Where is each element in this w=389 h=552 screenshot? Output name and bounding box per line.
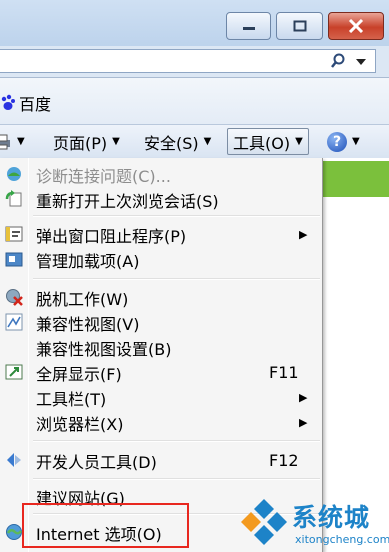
minimize-icon [242,27,255,30]
tools-menu-label: 工具(O) [233,133,291,153]
menu-item-label: 弹出窗口阻止程序(P) [36,226,187,246]
safety-menu-button[interactable]: 安全(S) ▼ [144,128,211,155]
menu-item-label: 浏览器栏(X) [36,414,124,434]
print-button[interactable]: ▼ [0,128,25,155]
page-menu-button[interactable]: 页面(P) ▼ [53,128,120,155]
watermark-url: xitongcheng.com [295,533,389,546]
search-dropdown-icon[interactable] [356,59,366,65]
baidu-paw-icon [1,94,15,110]
menu-item-popup-blocker[interactable]: 弹出窗口阻止程序(P) ▶ [0,222,322,247]
menu-item-label: 开发人员工具(D) [36,452,157,472]
menu-item-developer-tools[interactable]: 开发人员工具(D) F12 [0,448,322,473]
favorites-link-label: 百度 [19,95,52,114]
help-button[interactable]: ? ▼ [327,128,360,155]
page-dropdown-icon: ▼ [112,136,120,147]
close-icon [348,19,364,33]
full-screen-icon [5,364,23,380]
close-button[interactable] [328,12,384,40]
submenu-arrow-icon: ▶ [299,228,308,241]
menu-item-explorer-bars[interactable]: 浏览器栏(X) ▶ [0,410,322,435]
menu-item-shortcut: F12 [269,451,299,470]
maximize-button[interactable] [276,12,323,40]
submenu-arrow-icon: ▶ [299,416,308,429]
menu-item-reopen-session[interactable]: 重新打开上次浏览会话(S) [0,187,322,212]
tools-dropdown-icon: ▼ [295,136,303,147]
watermark-diamond-icon [241,499,287,545]
menu-item-diagnose-connection[interactable]: 诊断连接问题(C)... [0,162,322,187]
internet-options-icon [6,524,22,540]
menu-separator [33,478,320,480]
menu-item-label: 兼容性视图(V) [36,314,140,334]
address-bar [0,46,389,78]
menu-item-full-screen[interactable]: 全屏显示(F) F11 [0,360,322,385]
address-input[interactable] [0,49,376,73]
safety-dropdown-icon: ▼ [203,136,212,147]
help-dropdown-icon: ▼ [352,136,360,147]
help-icon: ? [327,131,347,152]
title-bar [0,0,389,46]
menu-item-shortcut: F11 [269,363,299,382]
menu-item-label: 诊断连接问题(C)... [36,166,171,186]
menu-item-toolbars[interactable]: 工具栏(T) ▶ [0,385,322,410]
developer-tools-icon [7,453,21,467]
safety-menu-label: 安全(S) [144,133,199,153]
tools-menu: 诊断连接问题(C)... 重新打开上次浏览会话(S) 弹出窗口阻止程序(P) ▶… [0,158,323,552]
menu-item-work-offline[interactable]: 脱机工作(W) [0,285,322,310]
menu-item-manage-addons[interactable]: 管理加载项(A) [0,247,322,272]
submenu-arrow-icon: ▶ [299,391,308,404]
watermark-name: 系统城 [292,503,371,532]
menu-item-label: 兼容性视图设置(B) [36,339,172,359]
search-icon[interactable] [330,53,346,69]
print-icon [0,134,10,149]
menu-separator [33,278,320,280]
page-menu-label: 页面(P) [53,133,108,153]
maximize-icon [293,20,306,32]
highlight-box [22,503,189,548]
menu-item-compatibility-view-settings[interactable]: 兼容性视图设置(B) [0,335,322,360]
watermark-logo: 系统城 xitongcheng.com [238,494,389,552]
page-banner [323,161,389,197]
favorites-link-baidu[interactable]: 百度 [0,91,51,115]
favorites-bar: 百度 [0,78,389,125]
minimize-button[interactable] [226,12,271,40]
menu-separator [33,440,320,442]
menu-item-label: 重新打开上次浏览会话(S) [36,191,219,211]
print-dropdown-icon: ▼ [17,136,25,147]
manage-addons-icon [5,252,23,267]
reopen-session-icon [5,190,22,207]
menu-item-compatibility-view[interactable]: 兼容性视图(V) [0,310,322,335]
diagnose-connection-icon [7,167,21,181]
compatibility-view-icon [5,313,23,331]
menu-item-label: 全屏显示(F) [36,364,122,384]
menu-item-label: 脱机工作(W) [36,289,129,309]
work-offline-icon [6,289,23,306]
command-bar: ▼ 页面(P) ▼ 安全(S) ▼ 工具(O) ▼ ? ▼ [0,125,389,158]
tools-menu-button[interactable]: 工具(O) ▼ [227,128,309,155]
popup-blocker-icon [5,226,23,242]
menu-item-label: 管理加载项(A) [36,251,140,271]
menu-item-label: 工具栏(T) [36,389,107,409]
menu-separator [33,215,320,217]
